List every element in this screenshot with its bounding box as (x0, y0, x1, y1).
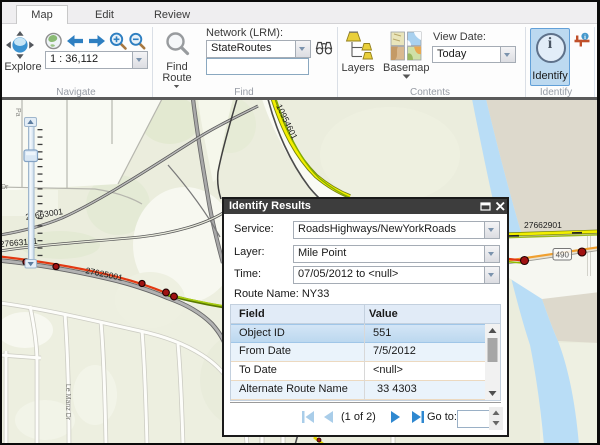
svg-text:Pa: Pa (14, 108, 21, 117)
svg-text:Dr: Dr (2, 184, 9, 191)
svg-text:27662901: 27662901 (524, 220, 562, 230)
svg-text:490: 490 (556, 251, 570, 260)
svg-text:Le Manz Dr: Le Manz Dr (64, 384, 71, 421)
svg-text:i: i (584, 34, 586, 41)
